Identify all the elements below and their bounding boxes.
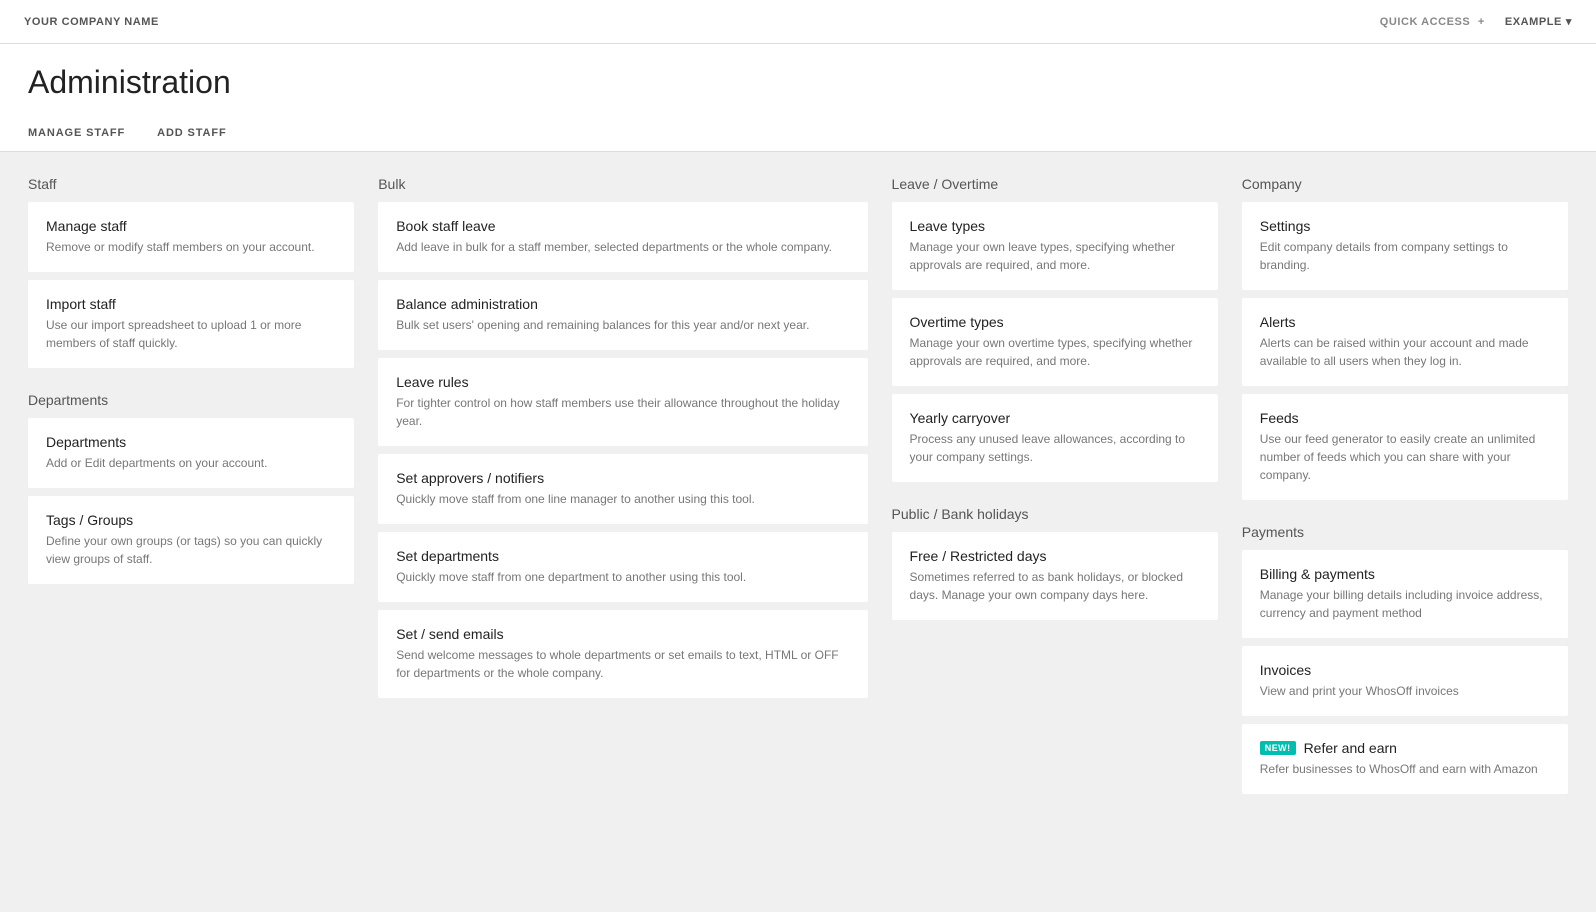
import-staff-desc: Use our import spreadsheet to upload 1 o…: [46, 316, 336, 352]
quick-access-label: QUICK ACCESS: [1380, 16, 1471, 28]
bulk-section-title: Bulk: [378, 176, 867, 192]
feeds-desc: Use our feed generator to easily create …: [1260, 430, 1550, 484]
feeds-title: Feeds: [1260, 410, 1550, 426]
overtime-types-desc: Manage your own overtime types, specifyi…: [910, 334, 1200, 370]
yearly-carryover-title: Yearly carryover: [910, 410, 1200, 426]
tab-bar: MANAGE STAFF ADD STAFF: [28, 117, 1568, 151]
balance-admin-title: Balance administration: [396, 296, 849, 312]
company-column: Company Settings Edit company details fr…: [1242, 176, 1568, 802]
leave-types-title: Leave types: [910, 218, 1200, 234]
balance-admin-card[interactable]: Balance administration Bulk set users' o…: [378, 280, 867, 350]
alerts-title: Alerts: [1260, 314, 1550, 330]
billing-payments-title: Billing & payments: [1260, 566, 1550, 582]
tags-groups-card[interactable]: Tags / Groups Define your own groups (or…: [28, 496, 354, 584]
book-staff-leave-card[interactable]: Book staff leave Add leave in bulk for a…: [378, 202, 867, 272]
feeds-card[interactable]: Feeds Use our feed generator to easily c…: [1242, 394, 1568, 500]
tags-groups-desc: Define your own groups (or tags) so you …: [46, 532, 336, 568]
set-approvers-title: Set approvers / notifiers: [396, 470, 849, 486]
set-send-emails-title: Set / send emails: [396, 626, 849, 642]
top-nav: YOUR COMPANY NAME QUICK ACCESS + EXAMPLE…: [0, 0, 1596, 44]
book-staff-leave-desc: Add leave in bulk for a staff member, se…: [396, 238, 849, 256]
grid-layout: Staff Manage staff Remove or modify staf…: [28, 176, 1568, 802]
refer-earn-desc: Refer businesses to WhosOff and earn wit…: [1260, 760, 1550, 778]
quick-access-plus-icon: +: [1478, 16, 1485, 28]
staff-section: Staff Manage staff Remove or modify staf…: [28, 176, 354, 368]
set-send-emails-desc: Send welcome messages to whole departmen…: [396, 646, 849, 682]
invoices-desc: View and print your WhosOff invoices: [1260, 682, 1550, 700]
manage-staff-desc: Remove or modify staff members on your a…: [46, 238, 336, 256]
leave-rules-desc: For tighter control on how staff members…: [396, 394, 849, 430]
leave-overtime-section-title: Leave / Overtime: [892, 176, 1218, 192]
manage-staff-card[interactable]: Manage staff Remove or modify staff memb…: [28, 202, 354, 272]
nav-right: QUICK ACCESS + EXAMPLE ▾: [1376, 15, 1572, 28]
bulk-column: Bulk Book staff leave Add leave in bulk …: [378, 176, 867, 706]
departments-desc: Add or Edit departments on your account.: [46, 454, 336, 472]
set-departments-title: Set departments: [396, 548, 849, 564]
set-approvers-desc: Quickly move staff from one line manager…: [396, 490, 849, 508]
alerts-desc: Alerts can be raised within your account…: [1260, 334, 1550, 370]
example-dropdown-button[interactable]: EXAMPLE ▾: [1505, 15, 1572, 28]
tab-manage-staff[interactable]: MANAGE STAFF: [28, 117, 141, 151]
set-send-emails-card[interactable]: Set / send emails Send welcome messages …: [378, 610, 867, 698]
yearly-carryover-desc: Process any unused leave allowances, acc…: [910, 430, 1200, 466]
company-section: Company Settings Edit company details fr…: [1242, 176, 1568, 500]
departments-section-title: Departments: [28, 392, 354, 408]
invoices-card[interactable]: Invoices View and print your WhosOff inv…: [1242, 646, 1568, 716]
staff-column: Staff Manage staff Remove or modify staf…: [28, 176, 354, 592]
leave-types-card[interactable]: Leave types Manage your own leave types,…: [892, 202, 1218, 290]
refer-earn-card[interactable]: New! Refer and earn Refer businesses to …: [1242, 724, 1568, 794]
leave-overtime-section: Leave / Overtime Leave types Manage your…: [892, 176, 1218, 482]
set-departments-card[interactable]: Set departments Quickly move staff from …: [378, 532, 867, 602]
billing-payments-card[interactable]: Billing & payments Manage your billing d…: [1242, 550, 1568, 638]
leave-rules-card[interactable]: Leave rules For tighter control on how s…: [378, 358, 867, 446]
set-approvers-card[interactable]: Set approvers / notifiers Quickly move s…: [378, 454, 867, 524]
public-bank-section: Public / Bank holidays Free / Restricted…: [892, 506, 1218, 620]
payments-section: Payments Billing & payments Manage your …: [1242, 524, 1568, 794]
main-content: Staff Manage staff Remove or modify staf…: [0, 152, 1596, 826]
settings-card[interactable]: Settings Edit company details from compa…: [1242, 202, 1568, 290]
yearly-carryover-card[interactable]: Yearly carryover Process any unused leav…: [892, 394, 1218, 482]
alerts-card[interactable]: Alerts Alerts can be raised within your …: [1242, 298, 1568, 386]
leave-rules-title: Leave rules: [396, 374, 849, 390]
manage-staff-title: Manage staff: [46, 218, 336, 234]
new-badge: New!: [1260, 741, 1296, 755]
free-restricted-card[interactable]: Free / Restricted days Sometimes referre…: [892, 532, 1218, 620]
departments-section: Departments Departments Add or Edit depa…: [28, 392, 354, 584]
overtime-types-card[interactable]: Overtime types Manage your own overtime …: [892, 298, 1218, 386]
example-label: EXAMPLE: [1505, 16, 1562, 28]
refer-earn-title-container: New! Refer and earn: [1260, 740, 1550, 756]
overtime-types-title: Overtime types: [910, 314, 1200, 330]
chevron-down-icon: ▾: [1566, 15, 1572, 28]
tab-add-staff[interactable]: ADD STAFF: [157, 117, 242, 151]
book-staff-leave-title: Book staff leave: [396, 218, 849, 234]
tags-groups-title: Tags / Groups: [46, 512, 336, 528]
company-name: YOUR COMPANY NAME: [24, 16, 159, 28]
import-staff-card[interactable]: Import staff Use our import spreadsheet …: [28, 280, 354, 368]
free-restricted-title: Free / Restricted days: [910, 548, 1200, 564]
public-bank-section-title: Public / Bank holidays: [892, 506, 1218, 522]
set-departments-desc: Quickly move staff from one department t…: [396, 568, 849, 586]
billing-payments-desc: Manage your billing details including in…: [1260, 586, 1550, 622]
refer-earn-title: Refer and earn: [1304, 740, 1397, 756]
page-title: Administration: [28, 64, 1568, 101]
balance-admin-desc: Bulk set users' opening and remaining ba…: [396, 316, 849, 334]
leave-types-desc: Manage your own leave types, specifying …: [910, 238, 1200, 274]
import-staff-title: Import staff: [46, 296, 336, 312]
departments-card[interactable]: Departments Add or Edit departments on y…: [28, 418, 354, 488]
quick-access-button[interactable]: QUICK ACCESS +: [1376, 16, 1485, 28]
header-section: Administration MANAGE STAFF ADD STAFF: [0, 44, 1596, 152]
company-section-title: Company: [1242, 176, 1568, 192]
leave-overtime-column: Leave / Overtime Leave types Manage your…: [892, 176, 1218, 628]
free-restricted-desc: Sometimes referred to as bank holidays, …: [910, 568, 1200, 604]
staff-section-title: Staff: [28, 176, 354, 192]
bulk-section: Bulk Book staff leave Add leave in bulk …: [378, 176, 867, 698]
invoices-title: Invoices: [1260, 662, 1550, 678]
departments-title: Departments: [46, 434, 336, 450]
settings-desc: Edit company details from company settin…: [1260, 238, 1550, 274]
payments-section-title: Payments: [1242, 524, 1568, 540]
settings-title: Settings: [1260, 218, 1550, 234]
